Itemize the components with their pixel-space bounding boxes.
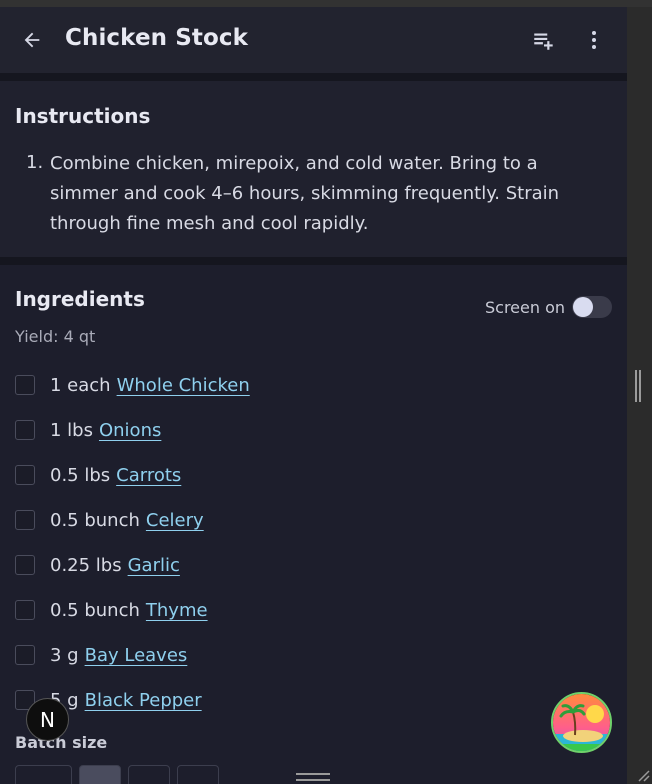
ingredient-checkbox[interactable] — [15, 645, 35, 665]
split-resize-handle[interactable] — [635, 370, 641, 402]
ingredient-quantity: 0.5 lbs — [50, 464, 111, 486]
bottom-resize-grip[interactable] — [296, 773, 330, 781]
ingredient-link[interactable]: Thyme — [146, 600, 208, 621]
ingredient-quantity: 3 g — [50, 644, 79, 666]
instructions-section: Instructions 1. Combine chicken, mirepoi… — [0, 81, 627, 257]
ingredient-link[interactable]: Black Pepper — [85, 690, 202, 711]
ingredient-checkbox[interactable] — [15, 555, 35, 575]
section-divider — [0, 73, 627, 81]
ingredient-row: 0.5 lbs Carrots — [15, 460, 181, 490]
playlist-add-icon — [534, 33, 553, 50]
ingredient-link[interactable]: Garlic — [128, 555, 180, 576]
ingredient-quantity: 0.25 lbs — [50, 554, 122, 576]
screen-on-toggle[interactable] — [572, 296, 612, 318]
instructions-heading: Instructions — [15, 104, 151, 128]
ingredient-link[interactable]: Carrots — [116, 465, 181, 486]
yield-text: Yield: 4 qt — [15, 327, 96, 346]
batch-size-chip[interactable] — [15, 765, 72, 784]
back-button[interactable] — [12, 20, 52, 60]
n-logo-icon: N — [40, 707, 55, 732]
dev-tools-badge[interactable]: N — [26, 698, 69, 741]
ingredient-checkbox[interactable] — [15, 465, 35, 485]
ingredient-quantity: 0.5 bunch — [50, 509, 140, 531]
resize-corner-icon[interactable] — [636, 768, 650, 782]
batch-size-chip[interactable] — [177, 765, 219, 784]
step-text: Combine chicken, mirepoix, and cold wate… — [50, 153, 560, 234]
more-vert-icon — [592, 31, 596, 49]
ingredient-quantity: 1 each — [50, 374, 111, 396]
app-bar: Chicken Stock — [0, 7, 627, 73]
ingredients-heading: Ingredients — [15, 287, 145, 311]
batch-size-chip[interactable] — [128, 765, 170, 784]
window-top-strip — [0, 0, 652, 7]
ingredient-link[interactable]: Celery — [146, 510, 204, 531]
screen-on-label: Screen on — [485, 298, 566, 317]
ingredient-checkbox[interactable] — [15, 510, 35, 530]
ingredient-row: 0.5 bunch Thyme — [15, 595, 208, 625]
back-arrow-icon — [24, 32, 40, 48]
ingredient-quantity: 1 lbs — [50, 419, 93, 441]
ingredient-row: 0.25 lbs Garlic — [15, 550, 180, 580]
ingredient-link[interactable]: Bay Leaves — [85, 645, 188, 666]
add-to-list-button[interactable] — [524, 20, 564, 60]
batch-size-options — [15, 765, 219, 784]
ingredient-checkbox[interactable] — [15, 375, 35, 395]
ingredient-row: 1 lbs Onions — [15, 415, 161, 445]
avatar[interactable] — [551, 692, 612, 753]
toggle-knob — [573, 297, 593, 317]
more-options-button[interactable] — [574, 20, 614, 60]
recipe-app: Chicken Stock Instructions 1. Combine ch… — [0, 7, 627, 784]
section-divider — [0, 257, 627, 265]
ingredient-quantity: 0.5 bunch — [50, 599, 140, 621]
ingredient-row: 1 each Whole Chicken — [15, 370, 250, 400]
step-number: 1. — [26, 152, 44, 173]
ingredient-checkbox[interactable] — [15, 420, 35, 440]
page-title: Chicken Stock — [65, 25, 249, 51]
batch-size-chip-selected[interactable] — [79, 765, 121, 784]
ingredient-checkbox[interactable] — [15, 600, 35, 620]
ingredient-row: 3 g Bay Leaves — [15, 640, 187, 670]
ingredient-link[interactable]: Whole Chicken — [117, 375, 250, 396]
ingredients-section: Ingredients Yield: 4 qt Screen on 1 each… — [0, 265, 627, 784]
ingredient-row: 0.5 bunch Celery — [15, 505, 204, 535]
ingredient-link[interactable]: Onions — [99, 420, 161, 441]
